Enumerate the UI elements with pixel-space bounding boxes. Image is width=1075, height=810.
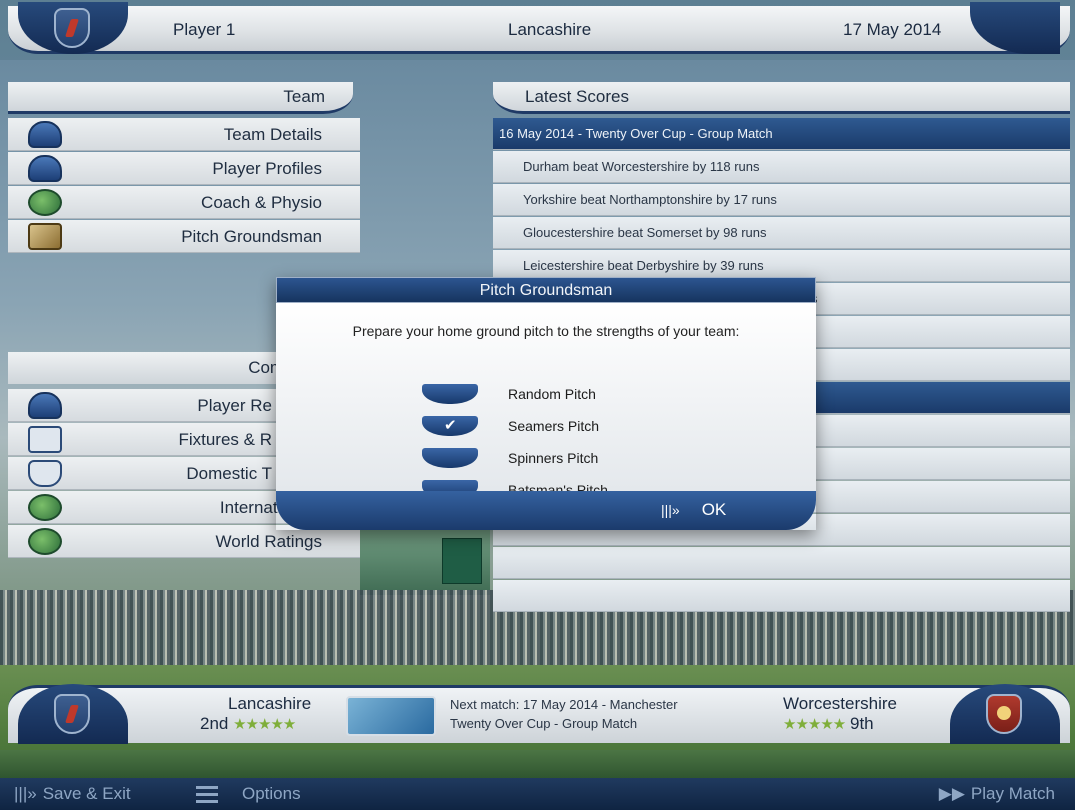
menu-item-pitch-groundsman[interactable]: Pitch Groundsman <box>8 220 360 253</box>
club-shield-icon <box>54 8 90 48</box>
home-badge-cap <box>18 684 128 744</box>
option-label: Spinners Pitch <box>508 450 599 466</box>
ok-button[interactable]: |||» OK <box>661 500 726 520</box>
pitch-groundsman-dialog: Pitch Groundsman Prepare your home groun… <box>276 277 816 530</box>
menu-item-team-details[interactable]: Team Details <box>8 118 360 151</box>
score-row[interactable] <box>493 580 1070 612</box>
score-row[interactable]: Gloucestershire beat Somerset by 98 runs <box>493 217 1070 249</box>
medical-icon <box>28 189 62 216</box>
away-team-position: 9th <box>849 714 874 733</box>
bat-ball-icon <box>28 223 62 250</box>
cap-icon <box>28 121 62 148</box>
calendar-icon <box>28 426 62 453</box>
option-spinners-pitch[interactable]: Spinners Pitch <box>422 444 682 472</box>
home-team-name: Lancashire <box>228 694 312 713</box>
away-team-name: Worcestershire <box>783 694 897 713</box>
top-bar: Player 1 Lancashire 17 May 2014 <box>8 2 1070 54</box>
stumps-arrow-icon: |||» <box>661 502 680 518</box>
menu-item-label: Pitch Groundsman <box>181 227 322 246</box>
save-exit-label: Save & Exit <box>42 784 131 803</box>
home-team-position: 2nd <box>200 714 229 733</box>
next-match-competition: Twenty Over Cup - Group Match <box>450 716 638 731</box>
scoreboard <box>442 538 482 584</box>
checkbox-checked[interactable] <box>422 416 478 436</box>
player-name: Player 1 <box>173 20 236 39</box>
away-team-stars: ★★★★★ <box>783 716 846 733</box>
ok-label: OK <box>701 500 727 519</box>
shield-icon <box>28 460 62 487</box>
menu-item-label: World Ratings <box>215 532 322 551</box>
menu-item-player-profiles[interactable]: Player Profiles <box>8 152 360 185</box>
checkbox[interactable] <box>422 448 478 468</box>
score-row[interactable]: Yorkshire beat Northamptonshire by 17 ru… <box>493 184 1070 216</box>
team-section-header: Team <box>8 82 353 114</box>
competition-logo <box>346 696 436 736</box>
score-group-header: 16 May 2014 - Twenty Over Cup - Group Ma… <box>493 118 1070 150</box>
option-seamers-pitch[interactable]: Seamers Pitch <box>422 412 682 440</box>
score-row[interactable]: Durham beat Worcestershire by 118 runs <box>493 151 1070 183</box>
menu-item-label: Domestic T <box>186 464 272 483</box>
globe-icon <box>28 494 62 521</box>
scores-section-title: Latest Scores <box>525 86 629 106</box>
club-badge-cap <box>18 2 128 54</box>
current-date: 17 May 2014 <box>843 20 942 39</box>
next-match-bar: Lancashire 2nd ★★★★★ Next match: 17 May … <box>8 684 1070 744</box>
menu-item-label: Team Details <box>223 125 322 144</box>
list-icon <box>196 785 218 803</box>
grass-strip <box>0 750 1075 778</box>
options-button[interactable]: Options <box>196 784 301 804</box>
players-icon <box>28 155 62 182</box>
home-team-standing: 2nd ★★★★★ <box>200 714 296 734</box>
home-club-shield-icon <box>54 694 90 734</box>
options-label: Options <box>242 784 301 803</box>
bottom-bar: |||» Save & Exit Options ▶▶ Play Match <box>0 778 1075 810</box>
away-team-standing: ★★★★★ 9th <box>783 714 874 734</box>
stumps-arrow-icon: |||» <box>14 784 37 803</box>
globe-stars-icon <box>28 528 62 555</box>
option-label: Random Pitch <box>508 386 596 402</box>
save-exit-button[interactable]: |||» Save & Exit <box>14 784 131 804</box>
dialog-body: Prepare your home ground pitch to the st… <box>276 303 816 500</box>
away-badge-cap <box>950 684 1060 744</box>
menu-item-label: Player Profiles <box>212 159 322 178</box>
fast-forward-icon: ▶▶ <box>938 784 965 803</box>
score-row[interactable] <box>493 547 1070 579</box>
menu-item-label: Player Re <box>197 396 272 415</box>
menu-item-label: Fixtures & R <box>178 430 272 449</box>
away-club-shield-icon <box>986 694 1022 734</box>
menu-item-coach-physio[interactable]: Coach & Physio <box>8 186 360 219</box>
background-stand <box>360 520 490 595</box>
option-label: Seamers Pitch <box>508 418 600 434</box>
next-match-details: Next match: 17 May 2014 - Manchester <box>450 697 678 712</box>
menu-item-label: Coach & Physio <box>201 193 322 212</box>
play-match-label: Play Match <box>970 784 1055 803</box>
top-bar-right-cap <box>970 2 1060 54</box>
option-random-pitch[interactable]: Random Pitch <box>422 380 682 408</box>
cap-stars-icon <box>28 392 62 419</box>
dialog-footer: |||» OK <box>276 491 816 530</box>
play-match-button[interactable]: ▶▶ Play Match <box>939 784 1055 804</box>
dialog-title: Pitch Groundsman <box>276 277 816 303</box>
checkbox[interactable] <box>422 384 478 404</box>
home-team-stars: ★★★★★ <box>233 716 296 733</box>
team-menu: Team Details Player Profiles Coach & Phy… <box>8 118 360 254</box>
dialog-prompt: Prepare your home ground pitch to the st… <box>352 323 740 339</box>
team-section-title: Team <box>283 86 325 106</box>
scores-section-header: Latest Scores <box>493 82 1070 114</box>
club-name: Lancashire <box>508 20 592 39</box>
